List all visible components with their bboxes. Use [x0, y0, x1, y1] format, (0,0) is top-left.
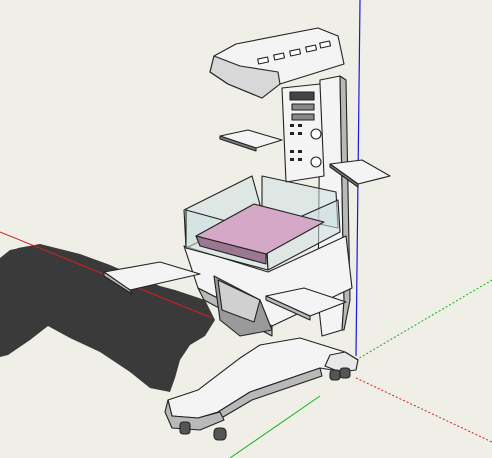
- display-screen-3: [291, 113, 315, 121]
- display-screen-2: [291, 103, 315, 111]
- red-axis-dashed: [355, 377, 492, 443]
- display-screen-top: [289, 91, 315, 101]
- ground-shadow: [0, 244, 215, 392]
- upper-left-tray[interactable]: [219, 129, 283, 152]
- sketchup-viewport[interactable]: [0, 0, 492, 458]
- viewport-canvas[interactable]: [0, 0, 492, 458]
- control-knob-1: [310, 128, 322, 140]
- control-knob-2: [310, 156, 322, 168]
- green-axis-dashed: [355, 279, 492, 361]
- control-panel[interactable]: [281, 83, 325, 183]
- mobile-base[interactable]: [164, 337, 359, 441]
